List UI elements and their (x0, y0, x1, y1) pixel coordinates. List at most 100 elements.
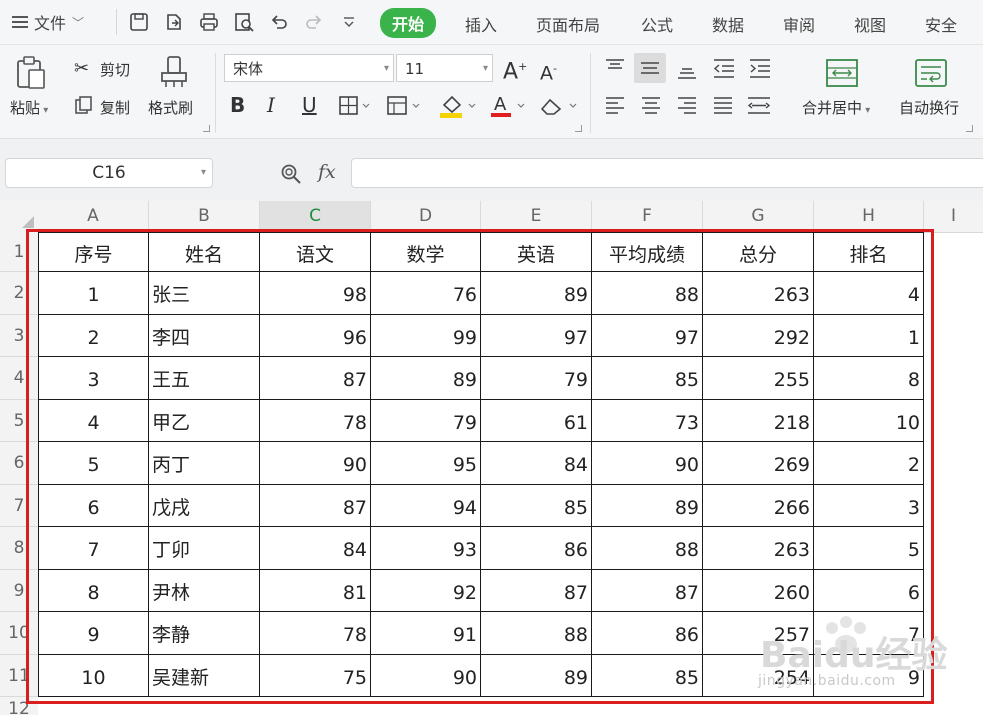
column-header-c[interactable]: C (260, 201, 371, 232)
row-header[interactable]: 1 (0, 232, 38, 272)
row-header[interactable]: 4 (0, 357, 38, 400)
cell-name[interactable]: 甲乙 (149, 400, 260, 442)
column-header-g[interactable]: G (703, 201, 814, 232)
header-cell-average[interactable]: 平均成绩 (592, 232, 703, 272)
cell-math[interactable]: 92 (371, 570, 481, 612)
column-header-f[interactable]: F (592, 201, 703, 232)
row-header[interactable]: 7 (0, 485, 38, 527)
font-name-select[interactable]: 宋体 ▾ (224, 54, 394, 82)
merge-center-button[interactable]: 合并居中 ▾ (802, 97, 870, 118)
header-cell-total[interactable]: 总分 (703, 232, 814, 272)
header-cell-rank[interactable]: 排名 (814, 232, 924, 272)
font-launcher[interactable] (575, 125, 582, 132)
tab-data[interactable]: 数据 (712, 12, 744, 36)
cell-chinese[interactable]: 96 (260, 315, 371, 357)
cell-name[interactable]: 李四 (149, 315, 260, 357)
cell-chinese[interactable]: 78 (260, 612, 371, 655)
cell-rank[interactable]: 4 (814, 272, 924, 315)
redo-icon[interactable] (303, 11, 325, 33)
fill-color-icon[interactable] (438, 93, 478, 119)
column-header-i[interactable]: I (924, 201, 983, 232)
header-cell-english[interactable]: 英语 (481, 232, 592, 272)
merge-center-icon[interactable] (824, 57, 860, 89)
cell-total[interactable]: 260 (703, 570, 814, 612)
tab-review[interactable]: 审阅 (783, 12, 815, 36)
increase-indent-icon[interactable] (748, 57, 772, 79)
cell-name[interactable]: 丙丁 (149, 442, 260, 485)
cell-rank[interactable]: 10 (814, 400, 924, 442)
cell-no[interactable]: 2 (38, 315, 149, 357)
insert-function-button[interactable]: fx (318, 161, 336, 183)
export-icon[interactable] (163, 11, 185, 33)
zoom-search-icon[interactable] (280, 163, 302, 185)
underline-icon[interactable]: U (302, 93, 317, 117)
cell-no[interactable]: 3 (38, 357, 149, 400)
cell-math[interactable]: 91 (371, 612, 481, 655)
cell-rank[interactable]: 3 (814, 485, 924, 527)
tab-view[interactable]: 视图 (854, 12, 886, 36)
font-color-icon[interactable]: A (488, 93, 528, 119)
header-cell-name[interactable]: 姓名 (149, 232, 260, 272)
font-size-select[interactable]: 11 ▾ (396, 54, 493, 82)
cell-chinese[interactable]: 87 (260, 357, 371, 400)
column-header-b[interactable]: B (149, 201, 260, 232)
cell-average[interactable]: 87 (592, 570, 703, 612)
tab-home[interactable]: 开始 (380, 8, 437, 38)
bold-icon[interactable]: B (230, 93, 245, 117)
cell-total[interactable]: 269 (703, 442, 814, 485)
row-header[interactable]: 8 (0, 527, 38, 570)
cell-rank[interactable]: 6 (814, 570, 924, 612)
eraser-icon[interactable] (538, 95, 580, 117)
decrease-font-icon[interactable]: A- (540, 57, 557, 85)
tab-page-layout[interactable]: 页面布局 (536, 12, 600, 36)
cell-chinese[interactable]: 90 (260, 442, 371, 485)
row-header[interactable]: 3 (0, 315, 38, 357)
cell-no[interactable]: 7 (38, 527, 149, 570)
cell-average[interactable]: 88 (592, 272, 703, 315)
cell-rank[interactable]: 1 (814, 315, 924, 357)
paste-button[interactable]: 粘贴 ▾ (10, 97, 48, 118)
customize-toolbar-icon[interactable] (338, 11, 360, 33)
select-all-button[interactable] (0, 201, 38, 232)
cell-math[interactable]: 95 (371, 442, 481, 485)
cell-english[interactable]: 84 (481, 442, 592, 485)
cell-chinese[interactable]: 84 (260, 527, 371, 570)
cell-rank[interactable]: 2 (814, 442, 924, 485)
cell-english[interactable]: 97 (481, 315, 592, 357)
cell-english[interactable]: 85 (481, 485, 592, 527)
align-left-icon[interactable] (604, 95, 626, 117)
cell-chinese[interactable]: 87 (260, 485, 371, 527)
save-icon[interactable] (128, 11, 150, 33)
increase-font-icon[interactable]: A+ (503, 55, 527, 84)
cell-average[interactable]: 86 (592, 612, 703, 655)
cell-rank[interactable]: 8 (814, 357, 924, 400)
print-preview-icon[interactable] (233, 11, 255, 33)
cell-average[interactable]: 97 (592, 315, 703, 357)
cell-name[interactable]: 李静 (149, 612, 260, 655)
header-cell-no[interactable]: 序号 (38, 232, 149, 272)
align-right-icon[interactable] (676, 95, 698, 117)
name-box[interactable]: C16 ▾ (5, 158, 213, 188)
align-middle-button[interactable] (634, 53, 666, 83)
cell-no[interactable]: 6 (38, 485, 149, 527)
clipboard-launcher[interactable] (203, 125, 210, 132)
row-header[interactable]: 2 (0, 272, 38, 315)
cell-english[interactable]: 87 (481, 570, 592, 612)
cell-math[interactable]: 90 (371, 655, 481, 697)
alignment-launcher[interactable] (966, 125, 973, 132)
cell-chinese[interactable]: 98 (260, 272, 371, 315)
tab-formulas[interactable]: 公式 (641, 12, 673, 36)
cell-name[interactable]: 张三 (149, 272, 260, 315)
row-header[interactable]: 12 (0, 697, 38, 719)
cell-total[interactable]: 292 (703, 315, 814, 357)
align-bottom-icon[interactable] (676, 57, 698, 81)
justify-icon[interactable] (712, 95, 734, 117)
cell-english[interactable]: 61 (481, 400, 592, 442)
cell-total[interactable]: 263 (703, 527, 814, 570)
cell-rank[interactable]: 5 (814, 527, 924, 570)
cell-no[interactable]: 8 (38, 570, 149, 612)
row-header[interactable]: 10 (0, 612, 38, 655)
row-header[interactable]: 5 (0, 400, 38, 442)
copy-icon[interactable] (74, 95, 94, 115)
tab-security[interactable]: 安全 (925, 12, 957, 36)
